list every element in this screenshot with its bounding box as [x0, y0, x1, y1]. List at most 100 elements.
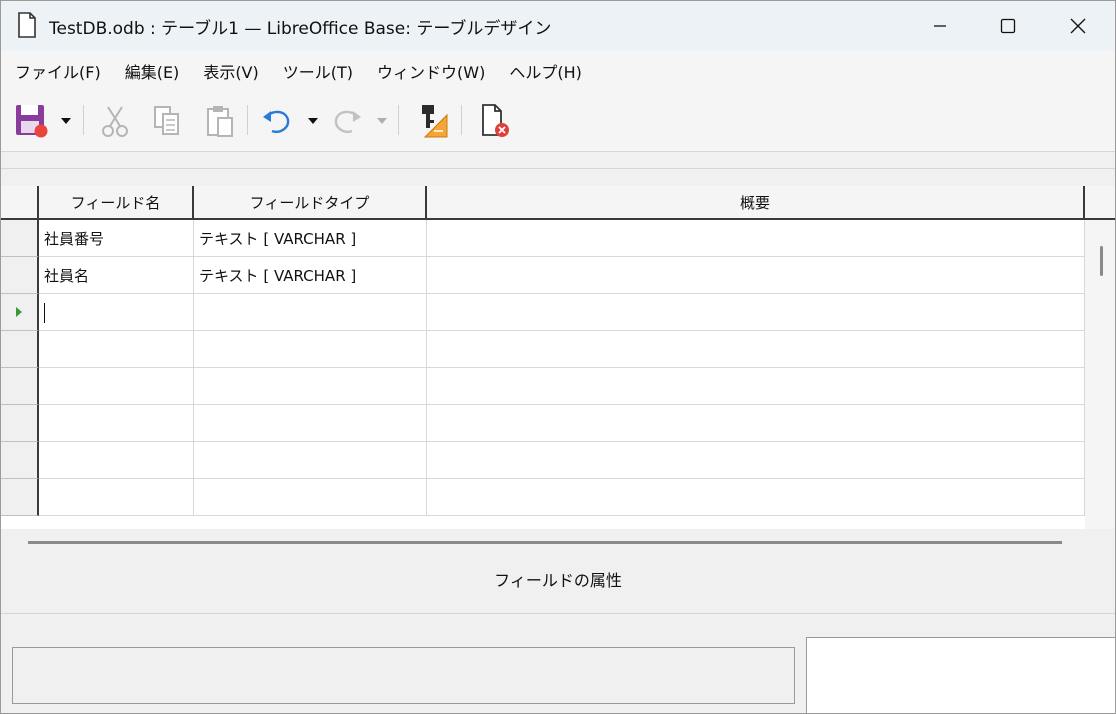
grid-header: フィールド名 フィールドタイプ 概要 — [1, 186, 1115, 220]
main-window: TestDB.odb : テーブル1 — LibreOffice Base: テ… — [0, 0, 1116, 714]
table-row[interactable] — [1, 405, 1085, 442]
vertical-scrollbar[interactable] — [1085, 220, 1115, 529]
column-header-description[interactable]: 概要 — [427, 186, 1085, 218]
field-name-cell[interactable] — [39, 331, 194, 368]
save-button[interactable] — [13, 101, 49, 141]
field-type-cell[interactable] — [194, 405, 427, 442]
field-name-cell[interactable] — [39, 294, 194, 331]
toolbar-separator — [247, 105, 248, 135]
save-icon — [16, 105, 48, 138]
description-cell[interactable] — [427, 368, 1085, 405]
toolbar-separator — [83, 105, 84, 135]
save-dropdown[interactable] — [59, 109, 73, 133]
close-icon — [1070, 18, 1086, 34]
menu-tools[interactable]: ツール(T) — [273, 53, 363, 89]
primary-key-icon — [422, 105, 448, 138]
field-type-cell[interactable] — [194, 442, 427, 479]
table-row[interactable] — [1, 368, 1085, 405]
field-type-cell[interactable] — [194, 331, 427, 368]
paste-icon — [207, 106, 233, 137]
undo-icon — [263, 110, 290, 133]
minimize-icon — [934, 25, 946, 27]
description-cell[interactable] — [427, 442, 1085, 479]
menu-bar: ファイル(F) 編集(E) 表示(V) ツール(T) ウィンドウ(W) ヘルプ(… — [1, 51, 1115, 91]
chevron-down-icon — [377, 118, 387, 124]
table-row-current[interactable] — [1, 294, 1085, 331]
field-name-cell[interactable] — [39, 442, 194, 479]
row-header[interactable] — [1, 405, 39, 442]
primary-key-button[interactable] — [415, 101, 451, 141]
description-cell[interactable] — [427, 257, 1085, 294]
divider — [1, 613, 1115, 614]
column-header-field-name[interactable]: フィールド名 — [39, 186, 194, 218]
close-document-icon — [482, 104, 509, 137]
scrollbar-thumb[interactable] — [1100, 246, 1103, 276]
menu-window[interactable]: ウィンドウ(W) — [367, 53, 495, 89]
table-row[interactable]: 社員番号 テキスト [ VARCHAR ] — [1, 220, 1085, 257]
row-header[interactable] — [1, 257, 39, 294]
description-cell[interactable] — [427, 220, 1085, 257]
undo-dropdown[interactable] — [306, 109, 320, 133]
field-properties-label: フィールドの属性 — [494, 571, 622, 590]
field-name-cell[interactable] — [39, 368, 194, 405]
current-row-arrow-icon — [16, 307, 22, 317]
field-grid[interactable]: フィールド名 フィールドタイプ 概要 社員番号 テキスト [ VARCHAR ]… — [1, 186, 1115, 529]
field-type-cell[interactable] — [194, 294, 427, 331]
pane-splitter[interactable] — [28, 541, 1062, 544]
redo-button[interactable] — [329, 101, 365, 141]
row-header[interactable] — [1, 220, 39, 257]
document-icon — [18, 12, 36, 38]
redo-dropdown[interactable] — [375, 109, 389, 133]
table-row[interactable] — [1, 331, 1085, 368]
undo-button[interactable] — [259, 101, 295, 141]
row-header[interactable] — [1, 442, 39, 479]
toolbar-separator — [461, 105, 462, 135]
maximize-button[interactable] — [973, 1, 1043, 51]
column-header-field-type[interactable]: フィールドタイプ — [194, 186, 427, 218]
field-type-cell[interactable]: テキスト [ VARCHAR ] — [194, 220, 427, 257]
description-cell[interactable] — [427, 294, 1085, 331]
minimize-button[interactable] — [905, 1, 975, 51]
menu-edit[interactable]: 編集(E) — [115, 53, 190, 89]
text-cursor — [44, 302, 45, 323]
field-name-cell[interactable]: 社員名 — [39, 257, 194, 294]
redo-icon — [334, 110, 361, 133]
copy-button[interactable] — [149, 101, 185, 141]
table-row[interactable] — [1, 479, 1085, 516]
paste-button[interactable] — [202, 101, 238, 141]
table-row[interactable] — [1, 442, 1085, 479]
help-text-box — [12, 647, 795, 704]
description-cell[interactable] — [427, 479, 1085, 516]
chevron-down-icon — [308, 118, 318, 124]
chevron-down-icon — [61, 118, 71, 124]
close-document-button[interactable] — [477, 101, 513, 141]
window-title: TestDB.odb : テーブル1 — LibreOffice Base: テ… — [49, 19, 552, 39]
title-bar[interactable]: TestDB.odb : テーブル1 — LibreOffice Base: テ… — [1, 1, 1115, 51]
help-panel — [806, 637, 1116, 714]
copy-icon — [154, 106, 179, 135]
row-header[interactable] — [1, 294, 39, 331]
row-header[interactable] — [1, 368, 39, 405]
toolbar — [1, 91, 1115, 151]
menu-help[interactable]: ヘルプ(H) — [499, 53, 592, 89]
description-cell[interactable] — [427, 405, 1085, 442]
field-type-cell[interactable]: テキスト [ VARCHAR ] — [194, 257, 427, 294]
toolbar-separator — [398, 105, 399, 135]
cut-icon — [102, 106, 128, 137]
field-name-cell[interactable]: 社員番号 — [39, 220, 194, 257]
field-type-cell[interactable] — [194, 368, 427, 405]
field-name-cell[interactable] — [39, 405, 194, 442]
close-button[interactable] — [1043, 1, 1113, 51]
field-type-cell[interactable] — [194, 479, 427, 516]
toolbar-bottom-strip — [1, 151, 1115, 169]
field-name-cell[interactable] — [39, 479, 194, 516]
description-cell[interactable] — [427, 331, 1085, 368]
menu-file[interactable]: ファイル(F) — [5, 53, 111, 89]
table-row[interactable]: 社員名 テキスト [ VARCHAR ] — [1, 257, 1085, 294]
cut-button[interactable] — [97, 101, 133, 141]
row-header[interactable] — [1, 331, 39, 368]
row-header-corner[interactable] — [1, 186, 39, 218]
row-header[interactable] — [1, 479, 39, 516]
maximize-icon — [1000, 18, 1016, 34]
menu-view[interactable]: 表示(V) — [193, 53, 268, 89]
